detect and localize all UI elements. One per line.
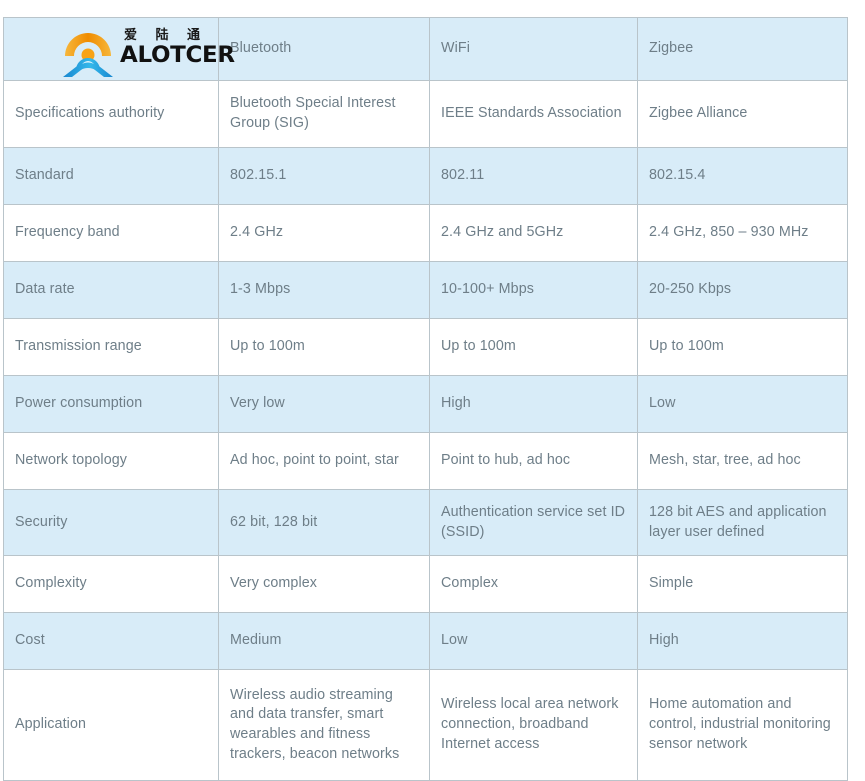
alotcer-logo-chinese-text: 爱 陆 通: [124, 28, 208, 43]
row-label-application: Application: [3, 669, 219, 781]
row-label-standard: Standard: [3, 147, 219, 205]
row-label-complexity: Complexity: [3, 555, 219, 613]
row-label-transmission-range: Transmission range: [3, 318, 219, 376]
cell-cost-zigbee: High: [637, 612, 848, 670]
column-header-wifi: WiFi: [429, 17, 638, 81]
cell-specifications-authority-wifi: IEEE Standards Association: [429, 80, 638, 148]
cell-standard-wifi: 802.11: [429, 147, 638, 205]
cell-data-rate-bluetooth: 1-3 Mbps: [218, 261, 430, 319]
table-row: Power consumption Very low High Low: [3, 375, 848, 433]
cell-specifications-authority-zigbee: Zigbee Alliance: [637, 80, 848, 148]
cell-security-zigbee: 128 bit AES and application layer user d…: [637, 489, 848, 556]
cell-transmission-range-bluetooth: Up to 100m: [218, 318, 430, 376]
table-row: Security 62 bit, 128 bit Authentication …: [3, 489, 848, 556]
table-row: Frequency band 2.4 GHz 2.4 GHz and 5GHz …: [3, 204, 848, 262]
header-cell-logo: 爱 陆 通 ALOTCER: [3, 17, 235, 83]
cell-frequency-band-bluetooth: 2.4 GHz: [218, 204, 430, 262]
cell-network-topology-zigbee: Mesh, star, tree, ad hoc: [637, 432, 848, 490]
row-label-specifications-authority: Specifications authority: [3, 80, 219, 148]
cell-security-wifi: Authentication service set ID (SSID): [429, 489, 638, 556]
cell-network-topology-bluetooth: Ad hoc, point to point, star: [218, 432, 430, 490]
alotcer-logo-wordmark: 爱 陆 通 ALOTCER: [120, 28, 235, 79]
cell-complexity-bluetooth: Very complex: [218, 555, 430, 613]
page-root: 爱 陆 通 ALOTCER Bluetooth WiFi Zigbee Spec…: [0, 0, 865, 781]
cell-frequency-band-wifi: 2.4 GHz and 5GHz: [429, 204, 638, 262]
column-header-bluetooth: Bluetooth: [218, 17, 430, 81]
cell-power-consumption-wifi: High: [429, 375, 638, 433]
table-row: Specifications authority Bluetooth Speci…: [3, 80, 848, 148]
cell-data-rate-wifi: 10-100+ Mbps: [429, 261, 638, 319]
cell-application-zigbee: Home automation and control, industrial …: [637, 669, 848, 781]
cell-application-bluetooth: Wireless audio streaming and data transf…: [218, 669, 430, 781]
cell-cost-wifi: Low: [429, 612, 638, 670]
cell-standard-bluetooth: 802.15.1: [218, 147, 430, 205]
row-label-security: Security: [3, 489, 219, 556]
cell-standard-zigbee: 802.15.4: [637, 147, 848, 205]
cell-power-consumption-zigbee: Low: [637, 375, 848, 433]
row-label-data-rate: Data rate: [3, 261, 219, 319]
cell-transmission-range-wifi: Up to 100m: [429, 318, 638, 376]
alotcer-logo: 爱 陆 通 ALOTCER: [60, 27, 235, 83]
row-label-frequency-band: Frequency band: [3, 204, 219, 262]
alotcer-logo-mark-icon: [63, 33, 113, 77]
cell-network-topology-wifi: Point to hub, ad hoc: [429, 432, 638, 490]
table-header-row: 爱 陆 通 ALOTCER Bluetooth WiFi Zigbee: [3, 17, 848, 83]
cell-cost-bluetooth: Medium: [218, 612, 430, 670]
table-row: Application Wireless audio streaming and…: [3, 669, 848, 781]
wireless-protocol-comparison-table: 爱 陆 通 ALOTCER Bluetooth WiFi Zigbee Spec…: [3, 17, 848, 781]
cell-frequency-band-zigbee: 2.4 GHz, 850 – 930 MHz: [637, 204, 848, 262]
table-row: Cost Medium Low High: [3, 612, 848, 670]
cell-application-wifi: Wireless local area network connection, …: [429, 669, 638, 781]
row-label-network-topology: Network topology: [3, 432, 219, 490]
cell-power-consumption-bluetooth: Very low: [218, 375, 430, 433]
cell-security-bluetooth: 62 bit, 128 bit: [218, 489, 430, 556]
table-row: Standard 802.15.1 802.11 802.15.4: [3, 147, 848, 205]
cell-transmission-range-zigbee: Up to 100m: [637, 318, 848, 376]
row-label-power-consumption: Power consumption: [3, 375, 219, 433]
cell-complexity-zigbee: Simple: [637, 555, 848, 613]
cell-complexity-wifi: Complex: [429, 555, 638, 613]
table-row: Transmission range Up to 100m Up to 100m…: [3, 318, 848, 376]
alotcer-logo-brand-text: ALOTCER: [120, 42, 235, 68]
table-row: Complexity Very complex Complex Simple: [3, 555, 848, 613]
row-label-cost: Cost: [3, 612, 219, 670]
column-header-zigbee: Zigbee: [637, 17, 848, 81]
table-row: Data rate 1-3 Mbps 10-100+ Mbps 20-250 K…: [3, 261, 848, 319]
table-row: Network topology Ad hoc, point to point,…: [3, 432, 848, 490]
cell-specifications-authority-bluetooth: Bluetooth Special Interest Group (SIG): [218, 80, 430, 148]
cell-data-rate-zigbee: 20-250 Kbps: [637, 261, 848, 319]
